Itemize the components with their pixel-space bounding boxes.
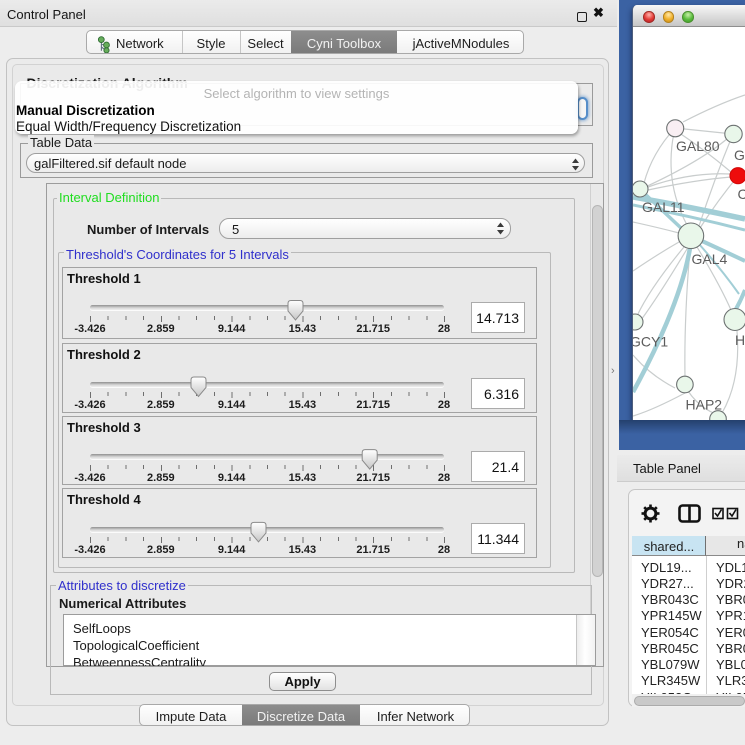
svg-text:GA: GA [734,147,745,163]
svg-text:GAL11: GAL11 [642,199,685,215]
svg-text:GAL4: GAL4 [692,251,728,267]
svg-text:HAP2: HAP2 [686,397,723,413]
svg-text:CD: CD [738,186,745,202]
svg-text:HI: HI [735,332,745,348]
svg-text:GAL80: GAL80 [676,138,720,154]
svg-text:GCY1: GCY1 [633,334,668,350]
